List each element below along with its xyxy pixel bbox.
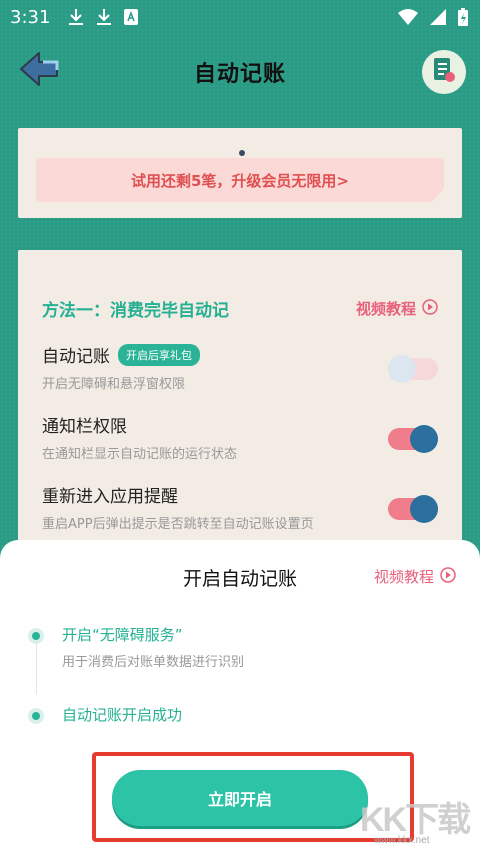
setting-title: 通知栏权限: [42, 417, 127, 437]
setting-title: 重新进入应用提醒: [42, 487, 178, 507]
step-accessibility: 开启“无障碍服务” 用于消费后对账单数据进行识别: [28, 624, 244, 670]
battery-icon: [458, 8, 468, 26]
toggle-knob: [410, 425, 438, 453]
method-header: 方法一：消费完毕自动记 视频教程: [42, 296, 438, 321]
status-time: 3:31: [10, 6, 51, 28]
setting-row-auto-record: 自动记账 开启后享礼包 开启无障碍和悬浮窗权限: [42, 342, 438, 394]
reenter-reminder-toggle[interactable]: [388, 495, 438, 523]
watermark: KK下载 www.kkx.net: [360, 792, 480, 852]
trial-banner[interactable]: 试用还剩5笔，升级会员无限用>: [36, 158, 444, 202]
step-desc: 用于消费后对账单数据进行识别: [62, 655, 245, 670]
watermark-logo: KK下载: [360, 801, 471, 839]
pin-dot: [239, 150, 245, 156]
auto-record-toggle[interactable]: [388, 355, 438, 383]
step-title: 自动记账开启成功: [62, 706, 183, 724]
sheet-video-link[interactable]: 视频教程: [374, 566, 456, 587]
step-dot: [28, 628, 44, 644]
gift-badge: 开启后享礼包: [118, 343, 200, 366]
trial-card: 试用还剩5笔，升级会员无限用>: [18, 128, 462, 218]
play-icon: [440, 566, 456, 587]
setting-desc: 开启无障碍和悬浮窗权限: [42, 377, 186, 392]
wifi-icon: [398, 9, 418, 25]
header: 自动记账: [0, 40, 480, 104]
page-title: 自动记账: [193, 62, 286, 87]
notification-toggle[interactable]: [388, 425, 438, 453]
method-title: 方法一：消费完毕自动记: [42, 301, 229, 321]
play-icon: [422, 298, 438, 319]
back-arrow-icon: [17, 50, 61, 92]
method-card: 方法一：消费完毕自动记 视频教程 自动记账 开启后享礼包 开启无障碍和悬浮窗权限…: [18, 250, 462, 570]
status-bar: 3:31: [0, 0, 480, 34]
bill-button[interactable]: [422, 50, 466, 94]
bill-icon: [431, 56, 457, 88]
status-icons-right: [398, 8, 468, 26]
status-icons-left: [68, 8, 139, 26]
toggle-knob: [388, 355, 416, 383]
app-notification-icon: [124, 9, 139, 25]
step-title: 开启“无障碍服务”: [62, 626, 183, 644]
video-link-label: 视频教程: [355, 300, 416, 318]
open-now-button[interactable]: 立即开启: [112, 770, 368, 826]
download-icon: [68, 8, 84, 26]
setting-title: 自动记账: [42, 347, 110, 367]
setting-desc: 重启APP后弹出提示是否跳转至自动记账设置页: [42, 517, 314, 532]
trial-text: 试用还剩5笔，升级会员无限用>: [130, 171, 349, 190]
back-button[interactable]: [14, 46, 64, 96]
setting-row-notification: 通知栏权限 在通知栏显示自动记账的运行状态: [42, 412, 438, 464]
toggle-knob: [410, 495, 438, 523]
step-success: 自动记账开启成功: [28, 704, 182, 725]
method-video-link[interactable]: 视频教程: [356, 298, 438, 319]
setting-desc: 在通知栏显示自动记账的运行状态: [42, 447, 238, 462]
video-link-label: 视频教程: [373, 568, 434, 586]
setting-row-reenter-reminder: 重新进入应用提醒 重启APP后弹出提示是否跳转至自动记账设置页: [42, 482, 438, 534]
step-dot: [28, 708, 44, 724]
signal-icon: [430, 9, 446, 25]
download-icon: [96, 8, 112, 26]
